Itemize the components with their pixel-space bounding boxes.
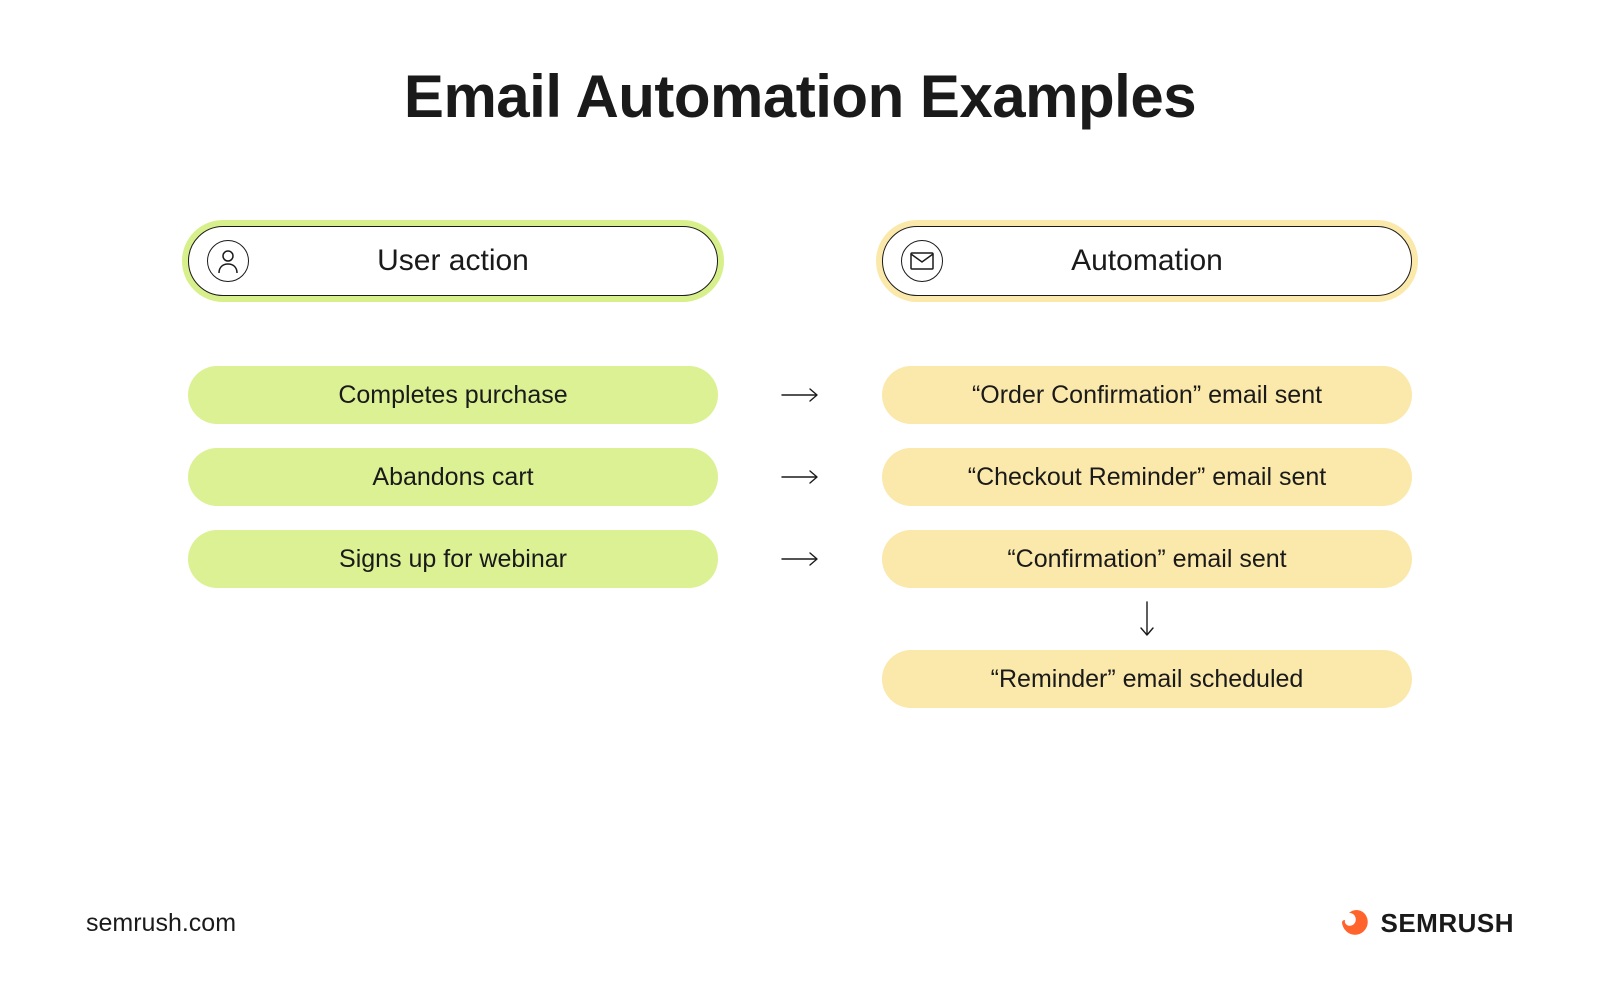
user-action-item: Abandons cart xyxy=(188,448,718,506)
user-action-column: User action Completes purchase Abandons … xyxy=(188,226,718,732)
arrow-right-icon xyxy=(780,530,820,588)
arrow-right-icon xyxy=(780,366,820,424)
automation-label: Automation xyxy=(883,244,1411,278)
automation-item: “Order Confirmation” email sent xyxy=(882,366,1412,424)
user-action-item: Signs up for webinar xyxy=(188,530,718,588)
brand-name: SEMRUSH xyxy=(1380,908,1514,939)
arrow-right-icon xyxy=(780,448,820,506)
diagram-body: User action Completes purchase Abandons … xyxy=(0,226,1600,732)
footer-url: semrush.com xyxy=(86,909,236,938)
arrow-down-icon xyxy=(882,596,1412,642)
user-action-label: User action xyxy=(189,244,717,278)
arrow-column xyxy=(780,226,820,732)
user-action-item: Completes purchase xyxy=(188,366,718,424)
automation-item: “Confirmation” email sent xyxy=(882,530,1412,588)
page-title: Email Automation Examples xyxy=(0,0,1600,131)
automation-item: “Checkout Reminder” email sent xyxy=(882,448,1412,506)
footer: semrush.com SEMRUSH xyxy=(86,905,1514,941)
automation-column: Automation “Order Confirmation” email se… xyxy=(882,226,1412,732)
brand-logo: SEMRUSH xyxy=(1336,905,1514,941)
automation-item: “Reminder” email scheduled xyxy=(882,650,1412,708)
automation-header: Automation xyxy=(882,226,1412,296)
flame-icon xyxy=(1336,905,1372,941)
user-action-header: User action xyxy=(188,226,718,296)
